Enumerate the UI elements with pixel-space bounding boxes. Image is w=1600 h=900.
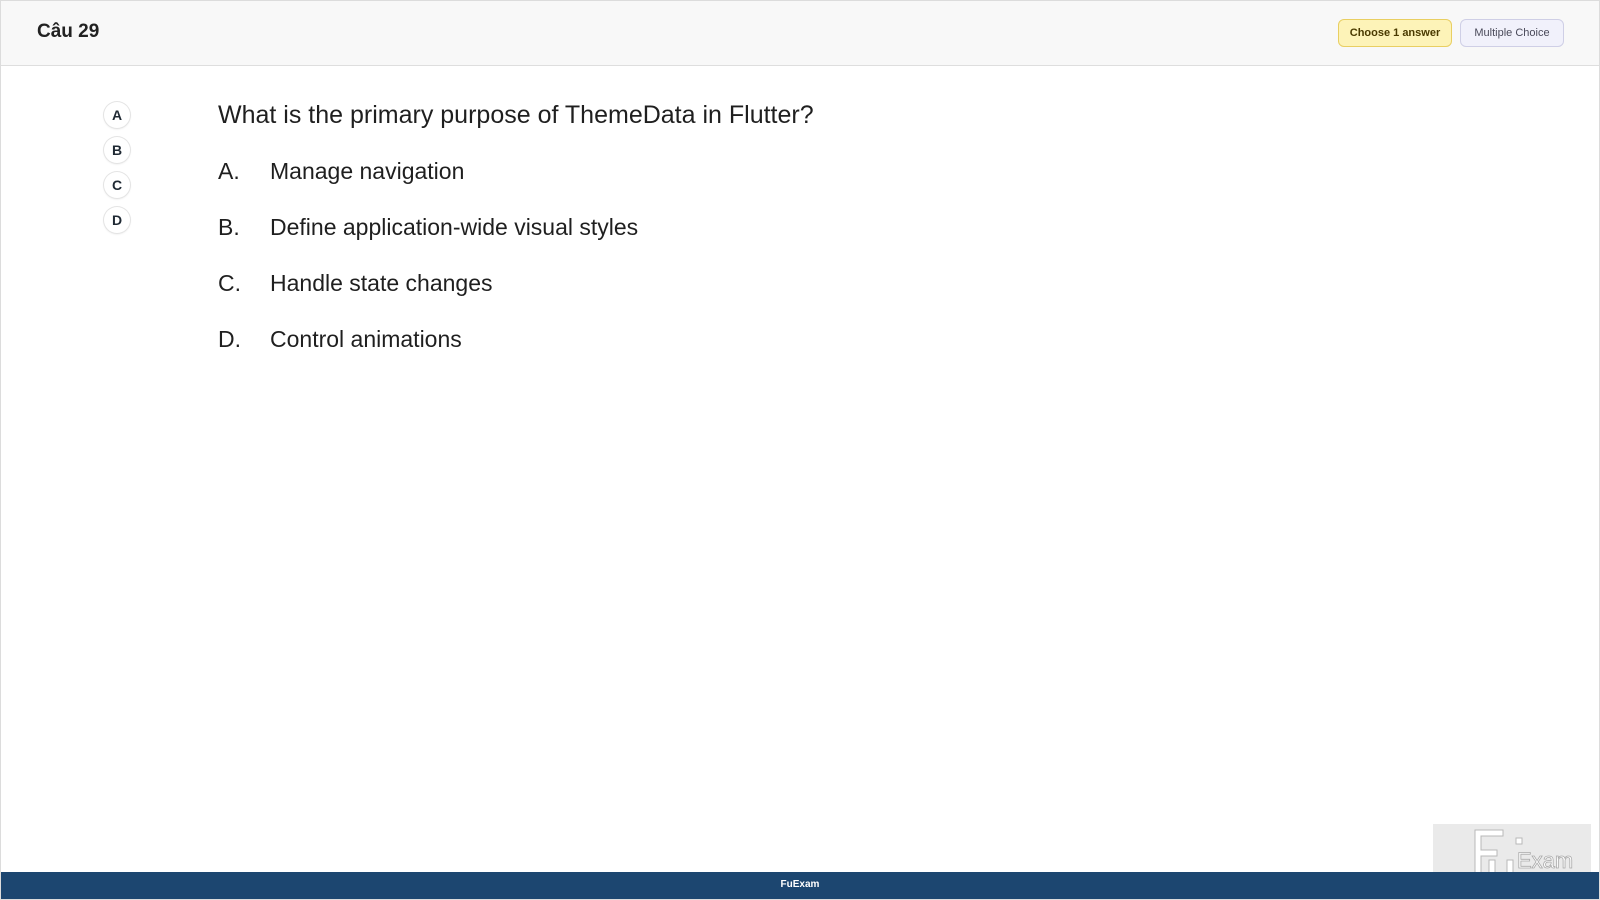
option-text: Manage navigation: [270, 158, 465, 184]
svg-text:Exam: Exam: [1517, 848, 1573, 873]
option-text: Define application-wide visual styles: [270, 214, 639, 240]
answer-marker-c[interactable]: C: [104, 172, 130, 198]
question-header: Câu 29 Choose 1 answer Multiple Choice: [1, 1, 1599, 66]
question-number: Câu 29: [37, 21, 100, 42]
option-letter: D.: [218, 326, 241, 352]
question-type-badge: Multiple Choice: [1460, 19, 1564, 47]
question-text: What is the primary purpose of ThemeData…: [218, 101, 814, 129]
answer-marker-b[interactable]: B: [104, 137, 130, 163]
answer-selector: A B C D: [104, 102, 130, 242]
footer-bar: FuExam: [1, 872, 1599, 899]
option-text: Control animations: [270, 326, 462, 352]
option-a[interactable]: A. Manage navigation: [218, 158, 1118, 194]
option-letter: A.: [218, 158, 240, 184]
answer-marker-a[interactable]: A: [104, 102, 130, 128]
option-letter: C.: [218, 270, 241, 296]
option-d[interactable]: D. Control animations: [218, 326, 1118, 362]
option-b[interactable]: B. Define application-wide visual styles: [218, 214, 1118, 250]
choose-answer-badge: Choose 1 answer: [1338, 19, 1452, 47]
option-text: Handle state changes: [270, 270, 493, 296]
option-letter: B.: [218, 214, 240, 240]
footer-label: FuExam: [780, 879, 820, 890]
answer-marker-d[interactable]: D: [104, 207, 130, 233]
exam-window: Câu 29 Choose 1 answer Multiple Choice A…: [0, 0, 1600, 900]
option-c[interactable]: C. Handle state changes: [218, 270, 1118, 306]
